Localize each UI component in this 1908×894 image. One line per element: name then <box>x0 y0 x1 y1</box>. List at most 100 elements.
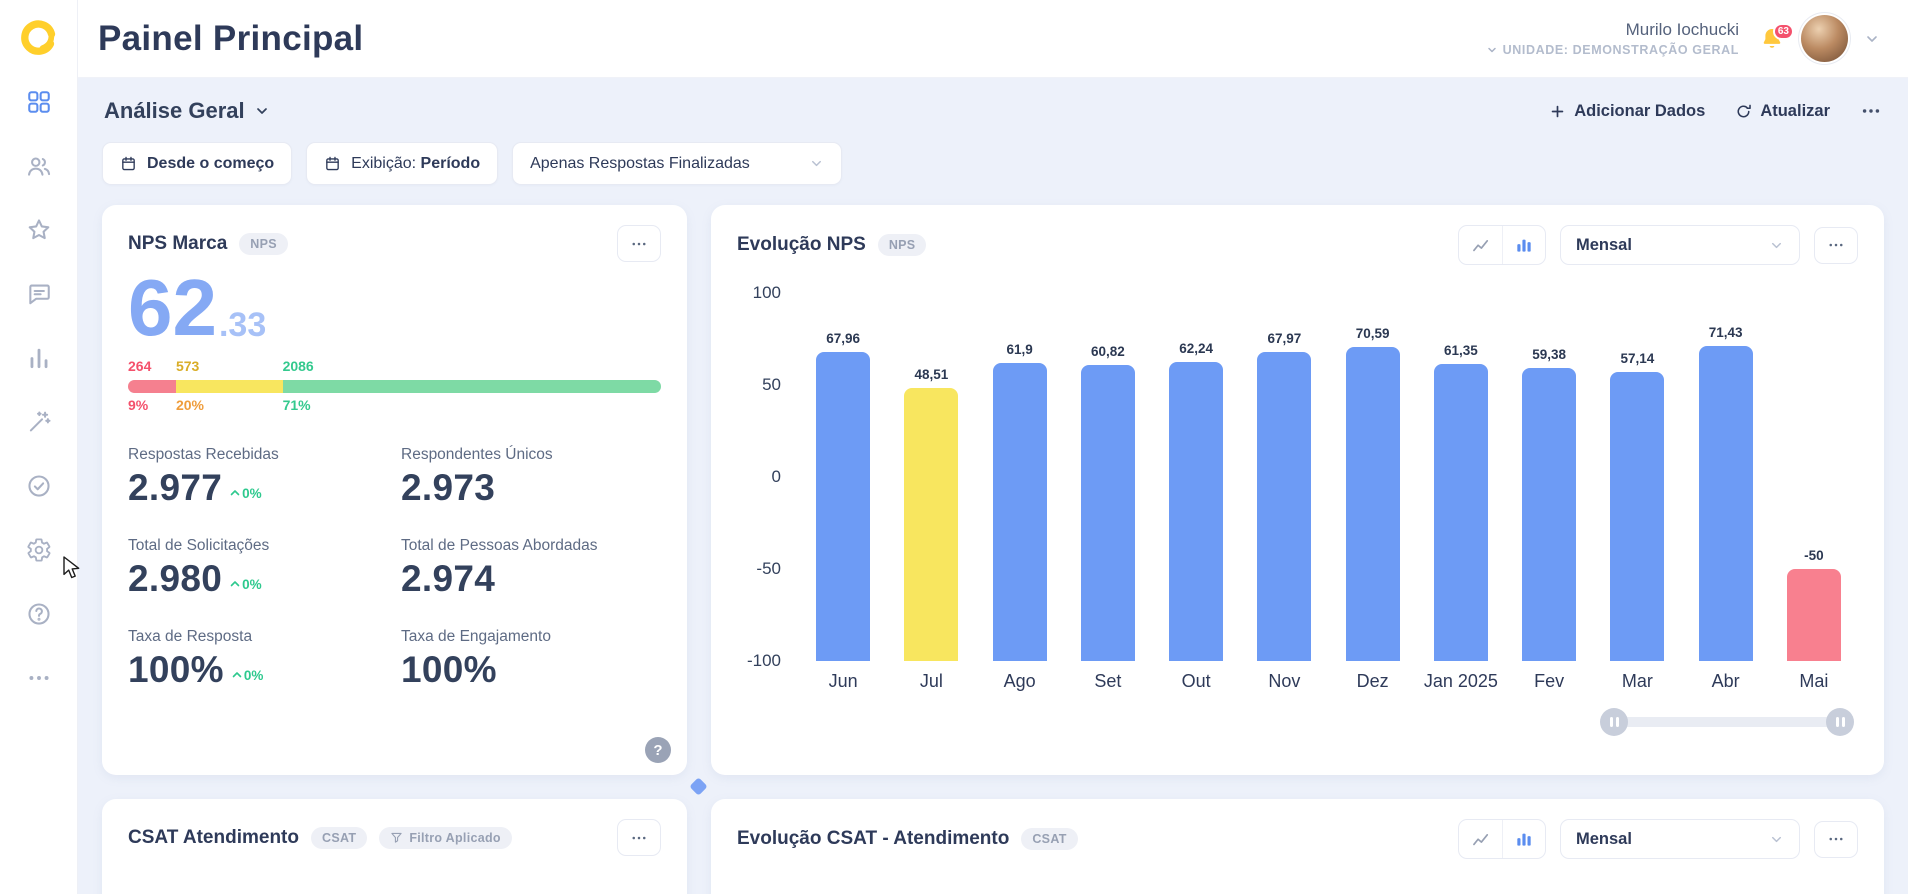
card-more-button[interactable] <box>1814 226 1858 264</box>
card-evolucao-csat: Evolução CSAT - Atendimento CSAT Mensal <box>711 799 1884 894</box>
line-chart-toggle-icon[interactable] <box>1459 226 1502 264</box>
card-nps-marca: NPS Marca NPS 62 .33 264 573 2086 9% 20%… <box>102 205 687 775</box>
nps-badge: NPS <box>239 232 288 255</box>
chart-bar-column: 59,38 <box>1505 293 1593 661</box>
nps-score: 62 .33 <box>128 263 661 352</box>
nps-score-integer: 62 <box>128 263 217 352</box>
nps-evolution-chart: 100 50 0 -50 -100 67,96 48,51 61,9 60,82 62,24 67… <box>737 283 1858 670</box>
scrollbar-right-handle[interactable] <box>1826 708 1854 736</box>
avatar[interactable] <box>1801 15 1848 62</box>
card-title: CSAT Atendimento <box>128 826 299 848</box>
chart-scroll-row <box>737 708 1858 736</box>
magic-wand-icon[interactable] <box>25 408 53 436</box>
chart-bar[interactable] <box>1610 371 1665 661</box>
responses-filter-select[interactable]: Apenas Respostas Finalizadas <box>512 142 843 185</box>
user-menu-chevron-icon[interactable] <box>1864 31 1880 47</box>
card-more-button[interactable] <box>617 225 661 262</box>
ellipsis-icon <box>632 836 646 839</box>
chart-bar[interactable] <box>816 351 871 661</box>
calendar-icon <box>122 156 135 171</box>
stat-value: 100% <box>401 649 497 690</box>
filter-applied-badge[interactable]: Filtro Aplicado <box>379 826 512 849</box>
section-more-icon[interactable] <box>1860 100 1882 122</box>
segment-count-label: 264 <box>128 358 152 374</box>
stat-value: 2.973 <box>401 467 496 508</box>
users-icon[interactable] <box>25 152 53 180</box>
refresh-button[interactable]: Atualizar <box>1735 102 1830 121</box>
notifications-button[interactable]: 63 <box>1759 22 1794 52</box>
app-logo[interactable] <box>16 14 62 60</box>
scrollbar-track[interactable] <box>1605 717 1849 727</box>
star-icon[interactable] <box>25 216 53 244</box>
chart-bar[interactable] <box>992 363 1047 661</box>
nps-badge: NPS <box>877 234 927 256</box>
card-csat-atendimento: CSAT Atendimento CSAT Filtro Aplicado <box>102 799 687 894</box>
chart-bar[interactable] <box>1698 345 1753 661</box>
chart-bar[interactable] <box>1522 367 1577 661</box>
dashboard-selector[interactable]: Análise Geral <box>104 98 270 124</box>
unit-label: UNIDADE: DEMONSTRAÇÃO GERAL <box>1502 43 1739 57</box>
main-area: Análise Geral Adicionar Dados Atualizar <box>78 78 1908 894</box>
card-divider-handle[interactable] <box>689 777 708 796</box>
card-more-button[interactable] <box>1814 820 1858 858</box>
bar-chart-toggle-icon[interactable] <box>1502 820 1545 858</box>
chevron-down-icon <box>1487 47 1496 53</box>
chart-bar[interactable] <box>1080 365 1135 661</box>
caret-up-icon <box>230 490 240 496</box>
stat-delta: 0% <box>229 486 262 501</box>
ellipsis-icon <box>1829 837 1843 841</box>
period-select-value: Mensal <box>1576 235 1632 254</box>
ellipsis-icon <box>632 242 646 245</box>
line-chart-toggle-icon[interactable] <box>1459 820 1502 858</box>
chart-bar[interactable] <box>1345 347 1400 661</box>
help-button[interactable] <box>645 737 671 763</box>
help-icon[interactable] <box>25 600 53 628</box>
bar-value-label: 59,38 <box>1532 346 1567 362</box>
chart-bar-column: 71,43 <box>1682 293 1770 661</box>
segment-bar <box>175 380 283 393</box>
add-data-button[interactable]: Adicionar Dados <box>1549 102 1705 121</box>
settings-icon[interactable] <box>25 536 53 564</box>
period-select-value: Mensal <box>1576 829 1632 848</box>
sidebar <box>0 0 78 894</box>
display-mode-text: Exibição: Período <box>351 155 480 173</box>
section-actions: Adicionar Dados Atualizar <box>1549 100 1882 122</box>
chart-bar[interactable] <box>1257 351 1312 661</box>
display-mode-filter-button[interactable]: Exibição: Período <box>306 142 499 185</box>
date-range-filter-button[interactable]: Desde o começo <box>102 142 293 185</box>
stat-block: Respondentes Únicos 2.973 <box>401 446 661 509</box>
user-meta: Murilo Iochucki UNIDADE: DEMONSTRAÇÃO GE… <box>1486 20 1739 57</box>
x-axis-label: Mai <box>1799 671 1829 691</box>
chart-bar[interactable] <box>1169 362 1224 661</box>
chart-range-scrollbar[interactable] <box>1600 708 1854 736</box>
y-tick-label: 0 <box>771 467 781 486</box>
dashboard-icon[interactable] <box>25 88 53 116</box>
check-circle-icon[interactable] <box>25 472 53 500</box>
bar-value-label: 57,14 <box>1620 350 1655 366</box>
period-select[interactable]: Mensal <box>1560 819 1800 859</box>
bar-chart-icon[interactable] <box>25 344 53 372</box>
segment-percent-label: 71% <box>282 397 311 413</box>
ellipsis-icon <box>1829 243 1843 247</box>
chart-bar-column: -50 <box>1770 293 1858 661</box>
more-icon[interactable] <box>25 664 53 692</box>
card-more-button[interactable] <box>617 819 661 856</box>
chat-icon[interactable] <box>25 280 53 308</box>
bar-value-label: 48,51 <box>914 366 949 382</box>
chart-bar[interactable] <box>1433 364 1488 661</box>
unit-selector[interactable]: UNIDADE: DEMONSTRAÇÃO GERAL <box>1486 43 1739 57</box>
date-range-label: Desde o começo <box>147 154 275 172</box>
chevron-down-icon <box>256 108 267 114</box>
y-tick-label: 50 <box>762 375 781 394</box>
display-mode-value: Período <box>420 154 481 172</box>
card-title: Evolução CSAT - Atendimento <box>737 828 1010 849</box>
chart-bar-column: 62,24 <box>1152 293 1240 661</box>
bar-value-label: 70,59 <box>1355 326 1390 342</box>
chart-bar[interactable] <box>1786 569 1841 661</box>
bar-chart-toggle-icon[interactable] <box>1502 226 1545 264</box>
period-select[interactable]: Mensal <box>1560 225 1800 265</box>
x-axis-label: Jul <box>919 671 943 691</box>
scrollbar-left-handle[interactable] <box>1600 708 1628 736</box>
chart-bar[interactable] <box>904 387 959 661</box>
stat-block: Taxa de Engajamento 100% <box>401 628 661 691</box>
